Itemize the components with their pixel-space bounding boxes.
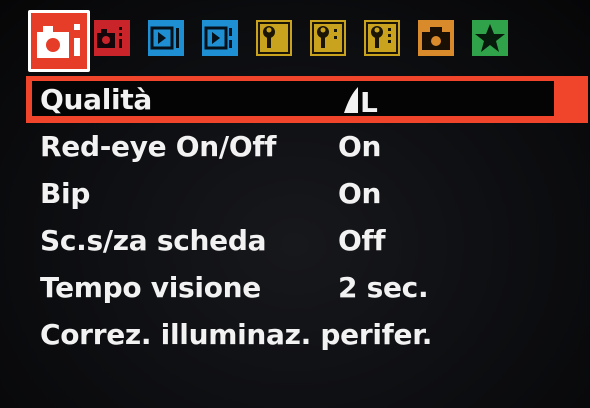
quality-large-fine-icon: L — [344, 86, 378, 115]
menu-item-label: Tempo visione — [40, 271, 261, 304]
menu-item-label: Correz. illuminaz. perifer. — [40, 318, 433, 351]
menu-item-quality[interactable]: Qualità L — [26, 76, 588, 123]
tab-shooting-2[interactable] — [94, 20, 130, 56]
camera-settings-icon — [418, 20, 454, 56]
menu-item-beep[interactable]: Bip On — [26, 170, 588, 217]
star-icon — [472, 20, 508, 56]
menu-item-value: Off — [338, 224, 386, 257]
menu-item-release-without-card[interactable]: Sc.s/za scheda Off — [26, 217, 588, 264]
tab-shooting-1[interactable] — [28, 10, 90, 72]
wrench-icon — [256, 20, 292, 56]
menu-item-red-eye[interactable]: Red-eye On/Off On — [26, 123, 588, 170]
tab-playback-2[interactable] — [202, 20, 238, 56]
menu-item-label: Red-eye On/Off — [40, 130, 277, 163]
menu-item-value: On — [338, 177, 382, 210]
settings-menu-list: Qualità L Red-eye On/Off On Bip On Sc.s/… — [26, 76, 588, 358]
tab-setup-1[interactable] — [256, 20, 292, 56]
menu-item-label: Sc.s/za scheda — [40, 224, 267, 257]
menu-item-peripheral-illumination[interactable]: Correz. illuminaz. perifer. — [26, 311, 588, 358]
menu-item-value: On — [338, 130, 382, 163]
tab-my-menu[interactable] — [472, 20, 508, 56]
tab-setup-2[interactable] — [310, 20, 346, 56]
camera-icon — [94, 20, 130, 56]
tab-playback-1[interactable] — [148, 20, 184, 56]
menu-item-value: 2 sec. — [338, 271, 429, 304]
tab-custom-functions[interactable] — [418, 20, 454, 56]
camera-menu-screen: Qualità L Red-eye On/Off On Bip On Sc.s/… — [0, 0, 590, 408]
playback-icon — [202, 20, 238, 56]
menu-tab-strip — [28, 10, 568, 72]
playback-icon — [148, 20, 184, 56]
wrench-icon — [364, 20, 400, 56]
tab-setup-3[interactable] — [364, 20, 400, 56]
quality-letter: L — [360, 86, 378, 115]
menu-item-review-time[interactable]: Tempo visione 2 sec. — [26, 264, 588, 311]
menu-item-label: Bip — [40, 177, 91, 210]
camera-icon — [31, 13, 87, 69]
wrench-icon — [310, 20, 346, 56]
menu-item-label: Qualità — [40, 83, 153, 116]
